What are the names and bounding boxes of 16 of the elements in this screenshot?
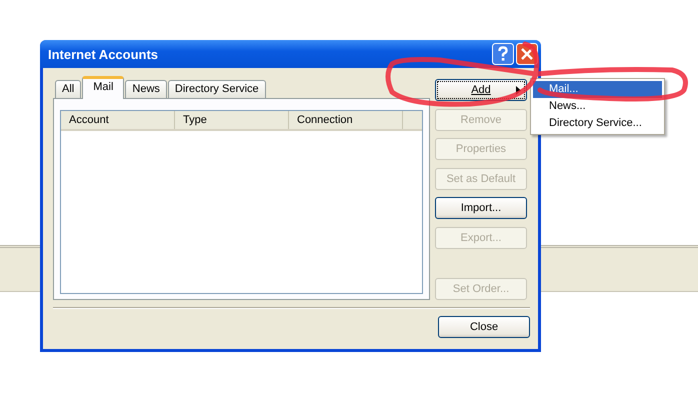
submenu-arrow-icon [516, 86, 521, 95]
help-icon[interactable] [492, 43, 514, 65]
column-header[interactable]: Account [61, 111, 175, 129]
column-header[interactable]: Type [175, 111, 289, 129]
tab[interactable]: Mail [82, 76, 124, 99]
tab[interactable]: Directory Service [168, 80, 266, 98]
column-header[interactable]: Connection [289, 111, 403, 129]
tab[interactable]: All [55, 80, 82, 98]
menu-item[interactable]: Directory Service... [533, 115, 662, 132]
tab[interactable]: News [125, 80, 167, 98]
close-button[interactable]: Close [438, 316, 530, 338]
dialog-button[interactable]: Add [435, 79, 527, 101]
account-list[interactable]: Account Type Connection [60, 110, 423, 294]
menu-item[interactable]: News... [533, 98, 662, 115]
window-title: Internet Accounts [48, 46, 160, 62]
dialog-button[interactable]: Import... [435, 197, 527, 219]
